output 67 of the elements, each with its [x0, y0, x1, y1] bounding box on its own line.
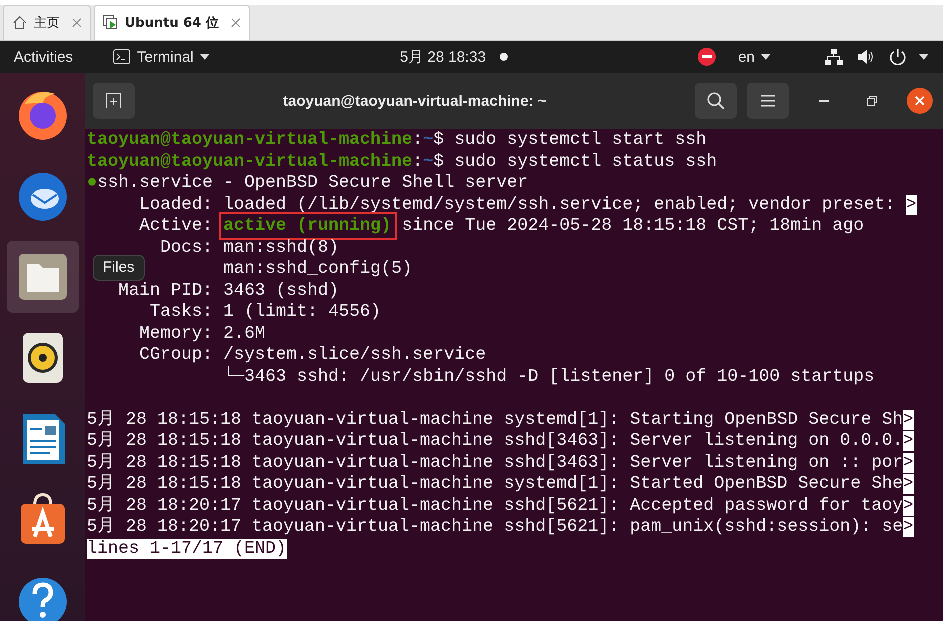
terminal-text: Loaded: loaded (/lib/systemd/system/ssh.service; enabled; vendor preset:	[140, 194, 897, 214]
terminal-text: taoyuan@taoyuan-virtual-machine	[87, 152, 413, 172]
browser-tab[interactable]: Ubuntu 64 位	[94, 5, 250, 40]
activities-button[interactable]: Activities	[14, 48, 74, 66]
inverse-text: >	[903, 496, 914, 516]
inverse-text: >	[903, 431, 914, 451]
caret-icon	[761, 54, 771, 60]
menu-button[interactable]	[747, 83, 789, 119]
close-icon[interactable]	[72, 18, 82, 28]
minimize-icon	[819, 100, 829, 102]
inverse-text: >	[903, 410, 914, 430]
language-menu[interactable]: en	[738, 48, 755, 66]
clock[interactable]: 5月 28 18:33	[400, 48, 486, 66]
terminal-text: Active:	[140, 216, 214, 236]
inverse-text: >	[906, 194, 917, 214]
terminal-text: 5月 28 18:15:18 taoyuan-virtual-machine systemd[1]: Starting OpenBSD Secure Sh	[87, 410, 904, 430]
inverse-text: >	[903, 452, 914, 472]
terminal-text: CGroup: /system.slice/ssh.service	[140, 345, 486, 365]
blocked-icon[interactable]	[698, 48, 716, 66]
terminal-text: └─3463 sshd: /usr/sbin/sshd -D [listener] 0 of 10-100 startups	[224, 366, 875, 386]
terminal-text: 5月 28 18:15:18 taoyuan-virtual-machine sshd[3463]: Server listening on :: por	[87, 452, 904, 472]
inverse-text: >	[903, 517, 914, 537]
close-icon[interactable]	[230, 18, 241, 28]
close-button[interactable]	[907, 88, 933, 114]
search-icon	[707, 92, 725, 110]
inverse-text: lines 1-17/17 (END)	[87, 538, 287, 558]
terminal-text: Docs: man:sshd(8)	[160, 238, 340, 258]
terminal-text: ssh.service - OpenBSD Secure Shell server	[98, 173, 528, 193]
terminal-text: 5月 28 18:15:18 taoyuan-virtual-machine systemd[1]: Started OpenBSD Secure She	[87, 474, 904, 494]
browser-tab[interactable]: 主页	[3, 5, 91, 40]
inverse-text: >	[903, 474, 914, 494]
terminal-text: taoyuan@taoyuan-virtual-machine	[87, 130, 413, 150]
caret-icon[interactable]	[919, 54, 929, 60]
volume-icon[interactable]	[857, 49, 875, 65]
terminal-text: man:sshd_config(5)	[224, 259, 413, 279]
app-menu[interactable]: Terminal	[137, 48, 194, 66]
restore-icon	[867, 96, 877, 106]
home-icon	[12, 15, 28, 31]
terminal-text: 5月 28 18:15:18 taoyuan-virtual-machine sshd[3463]: Server listening on 0.0.0.	[87, 431, 904, 451]
terminal-text: 5月 28 18:20:17 taoyuan-virtual-machine sshd[5621]: pam_unix(sshd:session): se	[87, 517, 904, 537]
terminal-text: Tasks: 1 (limit: 4556)	[150, 302, 382, 322]
notification-dot-icon	[500, 53, 508, 61]
network-icon[interactable]	[825, 49, 843, 65]
terminal-text: 5月 28 18:20:17 taoyuan-virtual-machine sshd[5621]: Accepted password for taoy	[87, 496, 904, 516]
terminal-text: since Tue 2024-05-28 18:15:18 CST; 18min ago	[402, 216, 864, 236]
terminal-text: ~	[423, 130, 434, 150]
terminal-text: active (running)	[218, 212, 397, 240]
terminal-text: :	[412, 130, 424, 150]
caret-icon	[200, 54, 210, 60]
tooltip: Files	[93, 255, 145, 281]
close-icon	[915, 96, 925, 106]
terminal-text: Memory: 2.6M	[140, 324, 266, 344]
window-title: taoyuan@taoyuan-virtual-machine: ~	[282, 92, 548, 110]
new-tab-icon	[105, 93, 123, 109]
terminal-text: Main PID: 3463 (sshd)	[118, 280, 340, 300]
terminal-text: ~	[423, 152, 434, 172]
terminal-text: :	[412, 152, 424, 172]
dock-item[interactable]	[6, 241, 78, 313]
new-tab-button[interactable]	[93, 83, 135, 119]
terminal-text: $ sudo systemctl status ssh	[434, 152, 718, 172]
power-icon[interactable]	[889, 48, 907, 66]
search-button[interactable]	[695, 83, 737, 119]
terminal-text: ●	[87, 173, 98, 193]
terminal-icon	[113, 49, 132, 65]
terminal-text: $ sudo systemctl start ssh	[434, 130, 707, 150]
vm-play-icon	[103, 15, 119, 31]
menu-icon	[760, 95, 776, 107]
